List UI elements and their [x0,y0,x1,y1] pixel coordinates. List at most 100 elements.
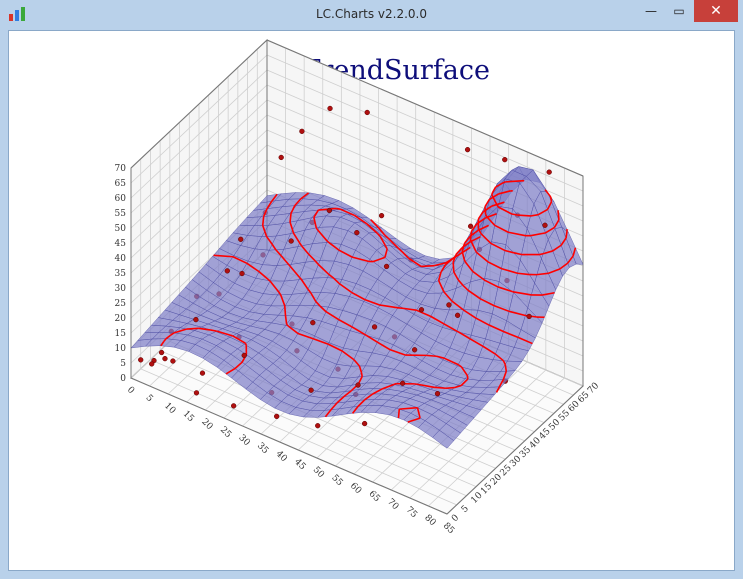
data-point [399,380,406,386]
data-point [418,307,425,313]
contour-line [442,289,445,293]
z-tick-label: 5 [120,359,126,369]
data-point [355,382,361,388]
z-tick-label: 15 [115,329,127,339]
y-tick-label: 70 [586,381,601,396]
contour-line [283,306,287,316]
x-tick-label: 20 [199,417,214,432]
chart-area: 3D-TrendSurface 0 5 10 15 20 25 30 35 40 45 50 55 60… [8,30,735,571]
x-tick-label: 15 [181,409,196,424]
z-tick-label: 55 [115,209,127,219]
y-tick-label: 0 [450,513,461,524]
data-point [193,390,200,396]
x-tick-label: 40 [274,449,289,464]
z-tick-label: 40 [115,254,127,264]
z-tick-label: 20 [115,314,127,324]
data-point [327,105,333,112]
data-point [278,154,284,161]
data-point [238,236,244,242]
contour-line [517,214,531,217]
data-point [149,361,155,367]
data-point [326,207,333,214]
z-tick-label: 10 [115,344,127,354]
contour-line [186,327,199,330]
data-point [162,355,168,362]
contour-line [475,251,478,254]
data-point [467,223,474,229]
x-tick-label: 5 [143,393,154,404]
data-point [371,324,378,330]
data-point [138,357,144,363]
contour-line [459,252,462,255]
contour-line [489,242,492,245]
data-point [464,147,471,153]
contour-line [397,307,404,310]
contour-line [549,196,553,202]
x-tick-label: 0 [125,385,136,396]
data-point [239,270,245,277]
z-tick-label: 0 [120,374,126,384]
data-point [288,238,294,244]
x-tick-label: 10 [162,401,177,416]
x-tick-label: 60 [348,481,363,496]
x-tick-label: 65 [367,489,382,504]
y-tick-label: 5 [460,504,471,515]
x-tick-label: 70 [385,497,400,512]
contour-line [426,354,437,358]
contour-line [511,213,518,216]
maximize-button[interactable]: ▭ [666,0,692,22]
z-tick-label: 35 [115,269,127,279]
z-tick-label: 50 [115,224,127,234]
contour-line [463,259,467,263]
data-point [354,229,360,236]
data-point [411,347,418,353]
data-point [383,263,390,270]
data-point [224,268,230,274]
contour-line [491,192,494,195]
window-title: LC.Charts v2.2.0.0 [315,7,427,21]
data-point [378,212,385,219]
z-tick-label: 65 [115,179,127,189]
x-tick-label: 25 [218,425,233,440]
data-point [193,316,199,323]
data-point [546,169,552,175]
contour-line [482,278,485,281]
contour-line [261,216,265,226]
z-tick-label: 30 [115,284,127,294]
data-point [274,413,280,420]
data-point [170,358,176,364]
contour-line [289,213,292,223]
x-tick-label: 45 [292,457,307,472]
data-point [446,302,452,308]
z-tick-label: 70 [115,164,127,174]
x-tick-label: 80 [422,513,437,528]
x-tick-label: 50 [311,465,326,480]
contour-line [364,333,367,336]
data-point [542,222,548,228]
contour-line [336,207,341,210]
contour-line [397,409,401,419]
contour-line [210,329,217,332]
app-window: LC.Charts v2.2.0.0 — ▭ ✕ 3D-TrendSurface… [0,0,743,579]
x-tick-label: 35 [255,441,270,456]
data-point [526,313,532,320]
z-tick-label: 45 [115,239,127,249]
contour-line [244,343,248,346]
data-point [310,320,316,326]
title-bar[interactable]: LC.Charts v2.2.0.0 — ▭ ✕ [0,0,743,30]
contour-line [469,230,473,239]
contour-line [539,252,544,256]
contour-line [484,206,487,215]
data-point [315,423,321,429]
contour-line [434,386,447,390]
minimize-button[interactable]: — [638,0,664,22]
contour-line [502,181,506,184]
close-button[interactable]: ✕ [694,0,738,22]
data-point [199,370,206,376]
contour-line [393,382,397,386]
data-point [308,387,314,393]
data-point [502,157,508,163]
contour-line [445,386,455,390]
data-point [241,352,247,359]
x-tick-label: 85 [441,521,456,536]
